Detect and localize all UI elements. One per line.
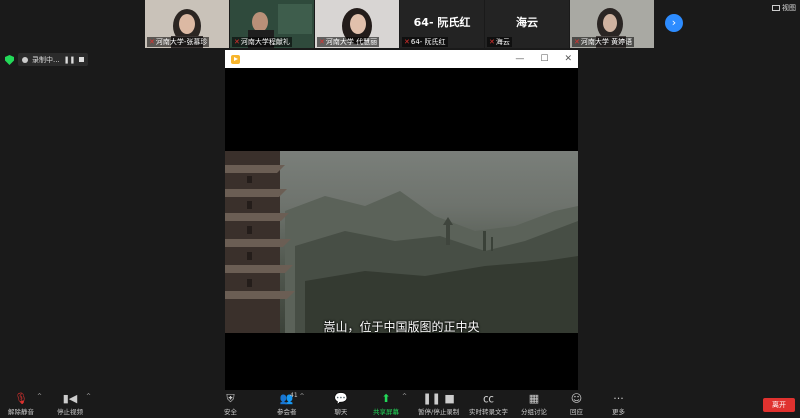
participant-tile[interactable]: ✕ 河南大学-张慕珍 (145, 0, 229, 48)
pause-recording-icon[interactable]: ❚❚ (64, 56, 76, 64)
participant-name: 河南大学-张慕珍 (155, 38, 208, 46)
mic-off-icon: ✕ (319, 38, 325, 46)
chat-bubble-icon: 💬 (334, 392, 348, 405)
participant-name: 海云 (495, 38, 510, 46)
participants-count: 41 (290, 392, 298, 399)
mic-off-icon: ✕ (234, 38, 240, 46)
breakout-grid-icon: ▦ (528, 392, 540, 405)
participant-strip: ✕ 河南大学-张慕珍 ✕ 河南大学程献礼 ✕ 河南大学 代慧丽 64- 阮氏红 ✕ 64… (145, 0, 654, 48)
next-page-arrow-icon[interactable]: › (665, 14, 683, 32)
pause-stop-recording-button[interactable]: ❚❚ ■ 暂停/停止录制 (418, 392, 459, 416)
stop-video-button[interactable]: ▮◀ 停止视频 ^ (57, 392, 91, 416)
security-button[interactable]: ⛨ 安全 (224, 392, 237, 416)
player-titlebar: — ☐ ✕ (225, 50, 578, 68)
share-screen-button[interactable]: ⬆ 共享屏幕 ^ (373, 392, 407, 416)
mic-muted-icon: 🎙 (14, 392, 28, 405)
participant-name: 河南大学程献礼 (240, 38, 290, 46)
recording-cloud-icon (22, 56, 28, 63)
participant-display-name: 64- 阮氏红 (413, 16, 471, 29)
mic-off-icon: ✕ (574, 38, 580, 46)
shield-icon: ⛨ (226, 392, 235, 405)
participant-tile[interactable]: 64- 阮氏红 ✕ 64- 阮氏红 (400, 0, 484, 48)
chevron-up-icon[interactable]: ^ (86, 393, 91, 400)
cc-icon: ㏄ (483, 392, 494, 405)
minimize-icon[interactable]: — (515, 54, 524, 64)
breakout-rooms-button[interactable]: ▦ 分组讨论 (521, 392, 547, 416)
participant-tile[interactable]: ✕ 河南大学 黄婷语 (570, 0, 654, 48)
chat-button[interactable]: 💬 聊天 (334, 392, 348, 416)
shared-video-player: — ☐ ✕ 嵩山，位于中国版图的正中央 (225, 50, 578, 390)
share-screen-icon: ⬆ (381, 392, 391, 405)
recording-label: 录制中... (32, 55, 60, 64)
view-button[interactable]: 视图 (772, 3, 796, 13)
meeting-toolbar: 🎙 解除静音 ^ ▮◀ 停止视频 ^ ⛨ 安全 👥 41 参会者 ^ 💬 聊天 … (0, 390, 800, 418)
unmute-button[interactable]: 🎙 解除静音 ^ (8, 392, 42, 416)
participant-name: 河南大学 黄婷语 (580, 38, 633, 46)
chevron-up-icon[interactable]: ^ (37, 393, 42, 400)
leave-button[interactable]: 离开 (763, 398, 795, 412)
grid-view-icon (772, 5, 780, 11)
participant-tile[interactable]: ✕ 河南大学 代慧丽 (315, 0, 399, 48)
participant-name: 64- 阮氏红 (410, 38, 446, 46)
stop-recording-icon[interactable] (79, 57, 85, 62)
view-label: 视图 (782, 4, 796, 12)
pause-stop-icon: ❚❚ ■ (422, 392, 455, 405)
video-subtitle: 嵩山，位于中国版图的正中央 (323, 320, 480, 333)
video-frame: 嵩山，位于中国版图的正中央 (225, 151, 578, 333)
security-shield-icon (5, 55, 14, 65)
participant-display-name: 海云 (516, 16, 538, 29)
player-app-icon (231, 54, 240, 64)
mic-off-icon: ✕ (489, 38, 495, 46)
participant-name: 河南大学 代慧丽 (325, 38, 378, 46)
live-transcript-button[interactable]: ㏄ 实时转录文字 (469, 392, 508, 416)
participant-tile[interactable]: ✕ 河南大学程献礼 (230, 0, 314, 48)
smiley-icon: ☺ (570, 392, 583, 405)
participants-button[interactable]: 👥 41 参会者 ^ (277, 392, 305, 416)
chevron-up-icon[interactable]: ^ (299, 393, 304, 400)
chevron-up-icon[interactable]: ^ (402, 393, 407, 400)
maximize-icon[interactable]: ☐ (540, 54, 548, 64)
close-icon[interactable]: ✕ (564, 54, 572, 64)
mic-off-icon: ✕ (404, 38, 410, 46)
reactions-button[interactable]: ☺ 回应 (570, 392, 583, 416)
more-button[interactable]: ··· 更多 (612, 392, 625, 416)
recording-indicator: 录制中... ❚❚ (18, 53, 89, 66)
camera-icon: ▮◀ (62, 392, 78, 405)
more-dots-icon: ··· (613, 392, 624, 405)
mic-off-icon: ✕ (149, 38, 155, 46)
participant-tile[interactable]: 海云 ✕ 海云 (485, 0, 569, 48)
video-scene (225, 151, 578, 333)
